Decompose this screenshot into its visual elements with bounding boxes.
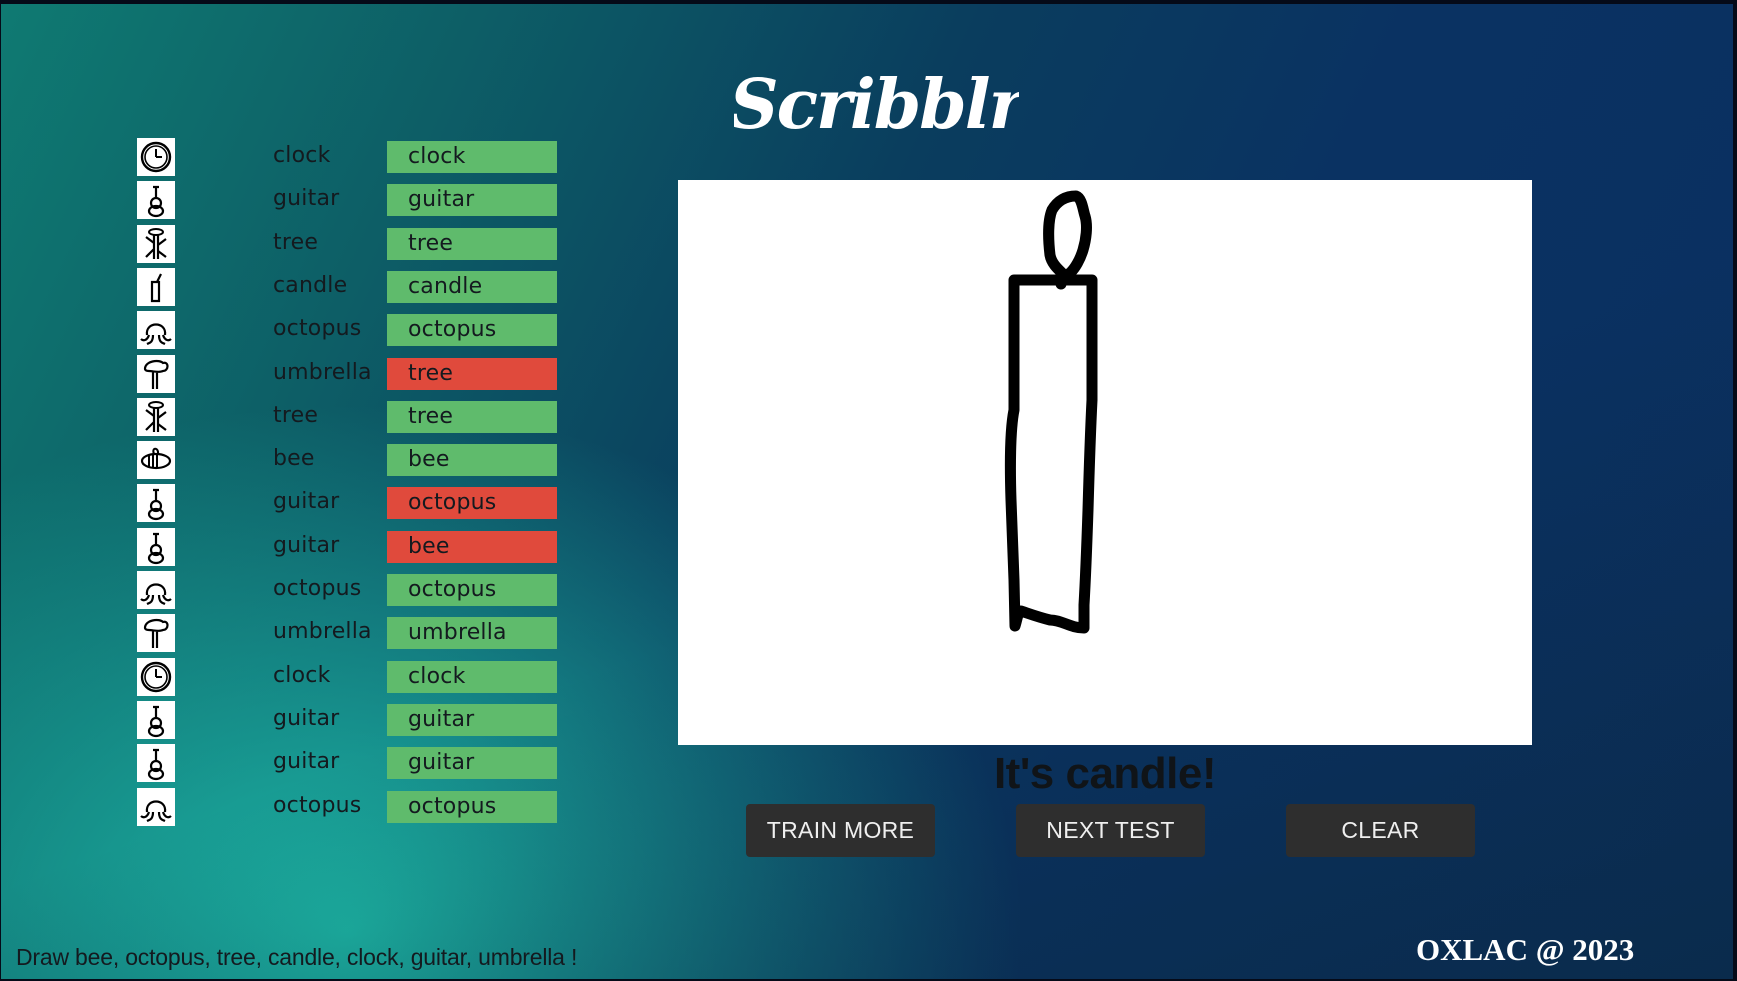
true-label: umbrella <box>273 359 372 385</box>
umbrella-sketch-icon <box>137 614 175 653</box>
result-row: candle candle <box>1 267 601 306</box>
candle-flame-stroke <box>1043 190 1092 290</box>
drawing-canvas[interactable] <box>678 180 1532 745</box>
octopus-sketch-icon <box>137 787 175 826</box>
true-label: octopus <box>273 792 362 818</box>
result-row: octopus octopus <box>1 787 601 826</box>
result-row: umbrella tree <box>1 354 601 393</box>
result-row: clock clock <box>1 657 601 696</box>
copyright-text: OXLAC @ 2023 <box>1416 932 1635 967</box>
result-row: clock clock <box>1 138 601 176</box>
true-label: guitar <box>273 489 340 515</box>
result-row: guitar octopus <box>1 484 601 523</box>
true-label: guitar <box>273 749 340 775</box>
result-row: guitar guitar <box>1 700 601 739</box>
true-label: guitar <box>273 532 340 558</box>
clear-button[interactable]: CLEAR <box>1286 804 1475 857</box>
result-row: bee bee <box>1 441 601 480</box>
prediction-badge-correct: clock <box>387 141 557 173</box>
prediction-badge-correct: guitar <box>387 184 557 217</box>
tree-sketch-icon <box>137 224 175 263</box>
result-row: tree tree <box>1 397 601 436</box>
train-more-button[interactable]: TRAIN MORE <box>746 804 935 857</box>
tree-sketch-icon <box>137 397 175 436</box>
prediction-result: It's candle! <box>993 749 1217 798</box>
app-window: Scribblr clock clock guitar guitar tree tree c… <box>1 4 1733 979</box>
true-label: umbrella <box>273 619 372 645</box>
scribblr-logo: Scribblr <box>730 62 1031 152</box>
prediction-badge-correct: tree <box>387 227 557 260</box>
logo-wordmark: Scribblr <box>730 65 1031 145</box>
prediction-badge-correct: octopus <box>387 314 557 347</box>
prediction-badge-correct: tree <box>387 400 557 433</box>
true-label: tree <box>273 229 319 255</box>
candle-drawing <box>1004 190 1098 634</box>
octopus-sketch-icon <box>137 571 175 609</box>
prediction-badge-correct: octopus <box>387 790 557 823</box>
true-label: clock <box>273 143 331 168</box>
prediction-badge-incorrect: octopus <box>387 487 557 520</box>
true-label: clock <box>273 662 331 688</box>
prediction-badge-incorrect: tree <box>387 357 557 390</box>
true-label: octopus <box>273 576 362 601</box>
umbrella-sketch-icon <box>137 354 175 393</box>
result-row: guitar guitar <box>1 744 601 783</box>
guitar-sketch-icon <box>137 700 175 739</box>
true-label: octopus <box>273 316 362 342</box>
true-label: tree <box>273 402 319 428</box>
next-test-button[interactable]: NEXT TEST <box>1016 804 1205 857</box>
octopus-sketch-icon <box>137 311 175 350</box>
prediction-badge-incorrect: bee <box>387 530 557 563</box>
result-row: octopus octopus <box>1 571 601 609</box>
true-label: guitar <box>273 705 340 731</box>
guitar-sketch-icon <box>137 484 175 523</box>
true-label: bee <box>273 446 315 472</box>
result-row: tree tree <box>1 224 601 263</box>
candle-body-stroke <box>1004 274 1098 634</box>
result-row: guitar bee <box>1 527 601 566</box>
prediction-badge-correct: umbrella <box>387 617 557 650</box>
candle-sketch-icon <box>137 267 175 306</box>
bee-sketch-icon <box>137 441 175 480</box>
prediction-badge-correct: octopus <box>387 574 557 606</box>
clock-sketch-icon <box>137 657 175 696</box>
result-row: octopus octopus <box>1 311 601 350</box>
true-label: candle <box>273 272 348 298</box>
prediction-badge-correct: bee <box>387 444 557 477</box>
result-row: umbrella umbrella <box>1 614 601 653</box>
true-label: guitar <box>273 186 340 212</box>
prediction-badge-correct: guitar <box>387 747 557 780</box>
guitar-sketch-icon <box>137 527 175 566</box>
prediction-badge-correct: candle <box>387 270 557 303</box>
clock-sketch-icon <box>137 138 175 176</box>
logo-text: Scribblr <box>734 65 1019 145</box>
instructions-text: Draw bee, octopus, tree, candle, clock, … <box>16 944 578 970</box>
guitar-sketch-icon <box>137 181 175 220</box>
result-row: guitar guitar <box>1 181 601 220</box>
prediction-badge-correct: guitar <box>387 703 557 736</box>
prediction-badge-correct: clock <box>387 660 557 693</box>
guitar-sketch-icon <box>137 744 175 783</box>
